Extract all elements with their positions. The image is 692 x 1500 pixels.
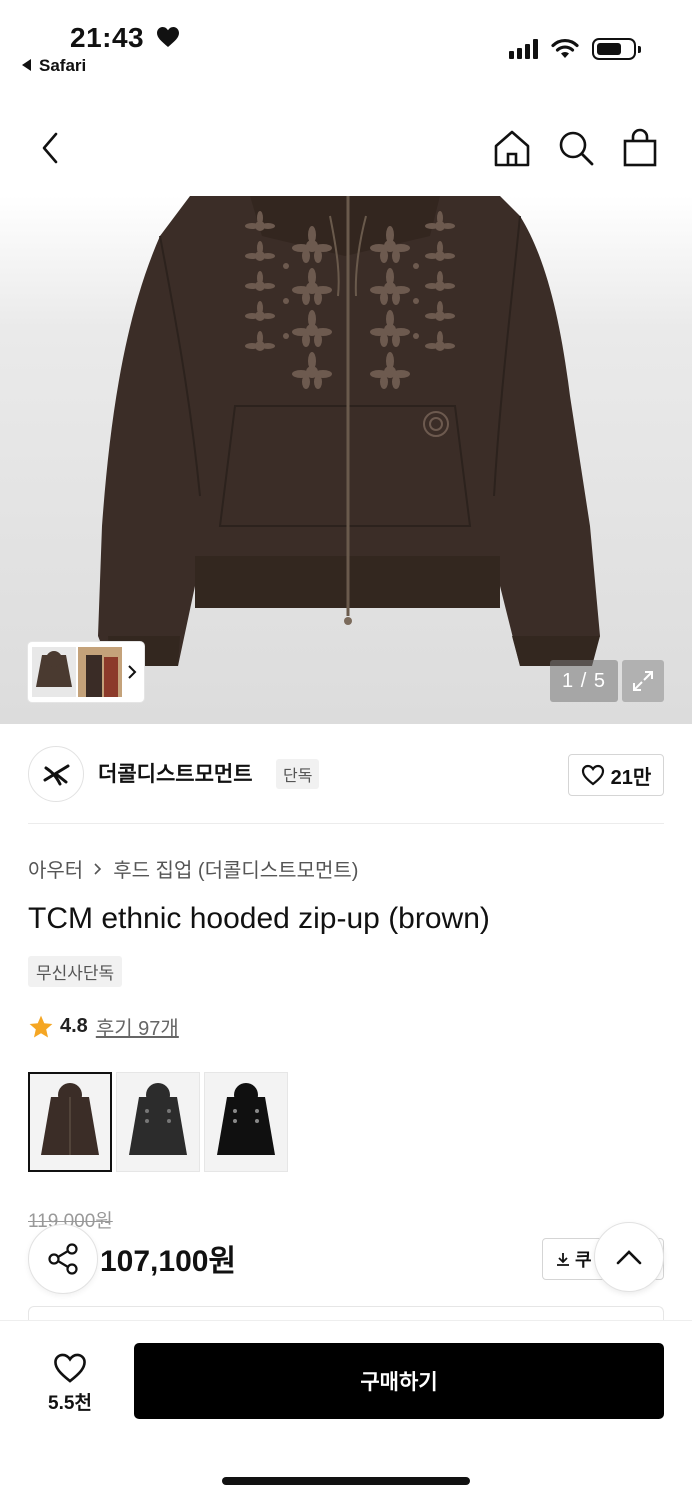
breadcrumb-subcategory[interactable]: 후드 집업 (더콜디스트모먼트)	[113, 854, 358, 883]
back-to-app-link[interactable]: Safari	[22, 56, 86, 76]
color-options	[28, 1072, 288, 1172]
product-title: TCM ethnic hooded zip-up (brown)	[28, 902, 490, 935]
battery-icon	[592, 38, 641, 60]
brand-name[interactable]: 더콜디스트모먼트	[98, 758, 253, 788]
cart-button[interactable]	[620, 128, 660, 168]
color-option-charcoal[interactable]	[116, 1072, 200, 1172]
breadcrumb: 아우터 후드 집업 (더콜디스트모먼트)	[28, 854, 358, 883]
home-button[interactable]	[492, 128, 532, 168]
thumbnail-model-photo	[78, 647, 122, 697]
exclusive-badge: 무신사단독	[28, 956, 123, 987]
sale-price: 107,100원	[100, 1245, 237, 1278]
rating-value: 4.8	[60, 1015, 88, 1037]
heart-outline-icon	[54, 1353, 86, 1383]
chevron-right-icon	[128, 665, 137, 679]
status-time: 21:43	[70, 22, 145, 53]
status-indicators	[509, 38, 641, 60]
chevron-right-icon	[94, 862, 102, 875]
star-icon	[29, 1015, 53, 1038]
scroll-to-top-button[interactable]	[594, 1222, 664, 1292]
product-image-gallery[interactable]: 1 / 5	[0, 196, 692, 724]
search-icon	[559, 131, 594, 166]
home-icon	[494, 130, 530, 167]
color-option-black[interactable]	[204, 1072, 288, 1172]
back-button[interactable]	[30, 128, 70, 168]
expand-icon	[633, 671, 653, 691]
home-indicator[interactable]	[222, 1477, 470, 1485]
hoodie-charcoal-thumbnail	[129, 1083, 187, 1155]
share-button[interactable]	[28, 1224, 98, 1294]
heart-filled-icon	[157, 27, 179, 47]
back-triangle-icon	[22, 59, 31, 71]
bottom-action-bar: 5.5천 구매하기	[0, 1320, 692, 1500]
wishlist-count: 5.5천	[48, 1392, 92, 1414]
brand-logo-icon	[43, 764, 70, 786]
image-thumbnail-strip[interactable]	[28, 642, 144, 702]
buy-button[interactable]: 구매하기	[134, 1343, 664, 1419]
search-button[interactable]	[556, 128, 596, 168]
back-chevron-icon	[42, 132, 58, 164]
color-option-brown[interactable]	[28, 1072, 112, 1172]
brand-exclusive-badge: 단독	[276, 759, 320, 789]
brand-row: 더콜디스트모먼트 단독 21만	[28, 744, 664, 824]
brand-logo[interactable]	[28, 746, 84, 802]
reviews-link[interactable]: 후기 97개	[96, 1012, 179, 1041]
coupon-label: 쿠	[575, 1250, 592, 1270]
back-app-label: Safari	[39, 56, 87, 75]
chevron-up-icon	[616, 1250, 642, 1265]
brand-like-count: 21만	[610, 766, 652, 789]
rating-row: 4.8 후기 97개	[28, 1012, 179, 1041]
brand-like-button[interactable]: 21만	[568, 754, 664, 796]
breadcrumb-category[interactable]: 아우터	[28, 854, 83, 883]
expand-image-button[interactable]	[622, 660, 664, 702]
thumbnail-hoodie-front	[32, 647, 76, 697]
status-bar: 21:43 Safari	[0, 0, 692, 96]
share-icon	[48, 1243, 78, 1275]
wifi-icon	[551, 38, 579, 58]
shopping-bag-icon	[623, 128, 657, 167]
top-navigation	[0, 96, 692, 196]
cellular-signal-icon	[509, 39, 538, 59]
heart-outline-icon	[581, 764, 604, 786]
wishlist-button[interactable]: 5.5천	[30, 1345, 110, 1421]
image-counter: 1 / 5	[550, 660, 618, 702]
download-icon	[557, 1253, 569, 1266]
hoodie-brown-thumbnail	[41, 1083, 99, 1155]
hoodie-black-thumbnail	[217, 1083, 275, 1155]
